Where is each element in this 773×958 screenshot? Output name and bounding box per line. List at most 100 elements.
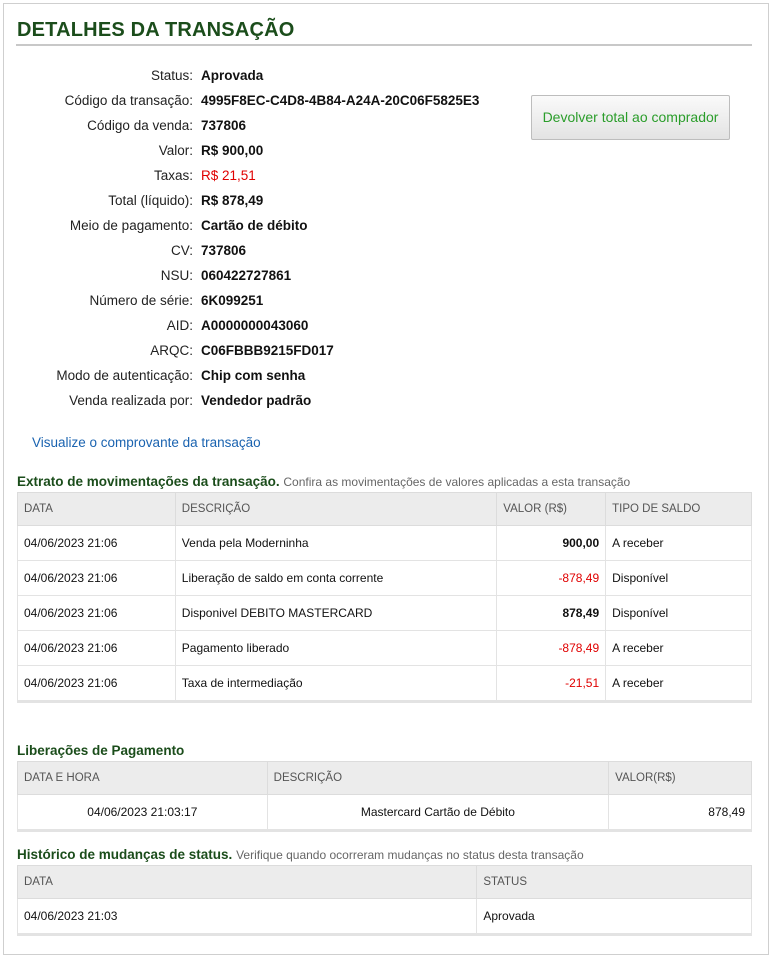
detail-row-nsu: NSU: 060422727861 [16, 263, 516, 288]
statement-title: Extrato de movimentações da transação. [17, 474, 280, 489]
history-table: DATA STATUS 04/06/2023 21:03 Aprovada [16, 865, 752, 936]
detail-value: R$ 878,49 [201, 193, 264, 208]
detail-label: Código da transação: [64, 93, 193, 108]
table-row: 04/06/2023 21:06 Taxa de intermediação -… [17, 665, 752, 703]
detail-value: 737806 [201, 118, 247, 133]
detail-label: Valor: [158, 143, 193, 158]
detail-row-payment-method: Meio de pagamento: Cartão de débito [16, 213, 516, 238]
cell-date: 04/06/2023 21:06 [17, 630, 176, 666]
cell-date: 04/06/2023 21:06 [17, 560, 176, 596]
releases-section-title: Liberações de Pagamento [17, 743, 184, 758]
table-header-row: DATA DESCRIÇÃO VALOR (R$) TIPO DE SALDO [17, 492, 752, 526]
detail-value: C06FBBB9215FD017 [201, 343, 334, 358]
detail-row-net-total: Total (líquido): R$ 878,49 [16, 188, 516, 213]
detail-value: 4995F8EC-C4D8-4B84-A24A-20C06F5825E3 [201, 93, 480, 108]
detail-label: Taxas: [153, 168, 193, 183]
detail-label: AID: [166, 318, 193, 333]
history-section-title: Histórico de mudanças de status. Verifiq… [17, 847, 584, 862]
table-row: 04/06/2023 21:06 Pagamento liberado -878… [17, 630, 752, 666]
cell-value: 878,49 [608, 794, 752, 832]
cell-value: -878,49 [496, 630, 607, 666]
detail-value: 737806 [201, 243, 247, 258]
cell-datetime: 04/06/2023 21:03:17 [17, 794, 268, 832]
detail-label: Meio de pagamento: [69, 218, 193, 233]
detail-row-seller: Venda realizada por: Vendedor padrão [16, 388, 516, 413]
cell-description: Mastercard Cartão de Débito [266, 794, 610, 832]
cell-date: 04/06/2023 21:06 [17, 595, 176, 631]
column-header-balance-type: TIPO DE SALDO [605, 492, 752, 526]
cell-date: 04/06/2023 21:03 [16, 898, 478, 936]
table-header-row: DATA E HORA DESCRIÇÃO VALOR(R$) [17, 761, 752, 795]
column-header-value: VALOR (R$) [496, 492, 607, 526]
cell-balance-type: A receber [605, 665, 752, 703]
table-row: 04/06/2023 21:03:17 Mastercard Cartão de… [17, 794, 752, 832]
cell-value: -21,51 [496, 665, 607, 703]
cell-description: Liberação de saldo em conta corrente [174, 560, 498, 596]
history-subtitle: Verifique quando ocorreram mudanças no s… [236, 848, 584, 862]
refund-buyer-button[interactable]: Devolver total ao comprador [531, 95, 730, 140]
detail-row-fees: Taxas: R$ 21,51 [16, 163, 516, 188]
detail-row-arqc: ARQC: C06FBBB9215FD017 [16, 338, 516, 363]
detail-label: CV: [170, 243, 193, 258]
cell-value: 900,00 [496, 525, 607, 561]
detail-value: R$ 900,00 [201, 143, 264, 158]
cell-balance-type: Disponível [605, 595, 752, 631]
detail-row-aid: AID: A0000000043060 [16, 313, 516, 338]
page-title: DETALHES DA TRANSAÇÃO [17, 19, 295, 41]
cell-status: Aprovada [476, 898, 752, 936]
detail-value: Vendedor padrão [201, 393, 312, 408]
column-header-date: DATA [17, 492, 176, 526]
detail-label: NSU: [160, 268, 193, 283]
detail-row-transaction-code: Código da transação: 4995F8EC-C4D8-4B84-A… [16, 88, 516, 113]
column-header-date: DATA [16, 865, 478, 899]
detail-label: Total (líquido): [108, 193, 193, 208]
detail-label: Código da venda: [87, 118, 193, 133]
detail-row-cv: CV: 737806 [16, 238, 516, 263]
cell-balance-type: A receber [605, 630, 752, 666]
detail-row-sale-code: Código da venda: 737806 [16, 113, 516, 138]
statement-subtitle: Confira as movimentações de valores apli… [283, 475, 631, 489]
detail-value: Cartão de débito [201, 218, 308, 233]
detail-label: Número de série: [89, 293, 193, 308]
releases-table: DATA E HORA DESCRIÇÃO VALOR(R$) 04/06/20… [17, 761, 752, 832]
column-header-status: STATUS [476, 865, 752, 899]
history-title: Histórico de mudanças de status. [17, 847, 233, 862]
cell-description: Taxa de intermediação [174, 665, 498, 703]
cell-date: 04/06/2023 21:06 [17, 665, 176, 703]
view-receipt-link[interactable]: Visualize o comprovante da transação [32, 435, 261, 450]
detail-value: R$ 21,51 [201, 168, 256, 183]
table-row: 04/06/2023 21:06 Venda pela Moderninha 9… [17, 525, 752, 561]
statement-section-title: Extrato de movimentações da transação. C… [17, 474, 630, 489]
table-row: 04/06/2023 21:06 Liberação de saldo em c… [17, 560, 752, 596]
detail-label: Modo de autenticação: [56, 368, 193, 383]
cell-balance-type: Disponível [605, 560, 752, 596]
cell-description: Disponivel DEBITO MASTERCARD [174, 595, 498, 631]
detail-label: Venda realizada por: [69, 393, 193, 408]
table-row: 04/06/2023 21:03 Aprovada [16, 898, 752, 936]
title-divider [16, 44, 752, 46]
column-header-description: DESCRIÇÃO [174, 492, 498, 526]
detail-value: 6K099251 [201, 293, 264, 308]
cell-description: Venda pela Moderninha [174, 525, 498, 561]
detail-row-auth-mode: Modo de autenticação: Chip com senha [16, 363, 516, 388]
detail-row-serial-number: Número de série: 6K099251 [16, 288, 516, 313]
column-header-description: DESCRIÇÃO [266, 761, 610, 795]
table-row: 04/06/2023 21:06 Disponivel DEBITO MASTE… [17, 595, 752, 631]
detail-label: Status: [150, 68, 193, 83]
cell-value: -878,49 [496, 560, 607, 596]
detail-value: Aprovada [201, 68, 264, 83]
cell-date: 04/06/2023 21:06 [17, 525, 176, 561]
detail-row-amount: Valor: R$ 900,00 [16, 138, 516, 163]
table-header-row: DATA STATUS [16, 865, 752, 899]
detail-value: Chip com senha [201, 368, 306, 383]
detail-value: 060422727861 [201, 268, 292, 283]
transaction-details: Status: Aprovada Código da transação: 4995… [16, 63, 516, 413]
detail-value: A0000000043060 [201, 318, 309, 333]
cell-value: 878,49 [496, 595, 607, 631]
statement-table: DATA DESCRIÇÃO VALOR (R$) TIPO DE SALDO … [17, 492, 752, 703]
cell-balance-type: A receber [605, 525, 752, 561]
column-header-value: VALOR(R$) [608, 761, 752, 795]
releases-title: Liberações de Pagamento [17, 743, 185, 758]
detail-row-status: Status: Aprovada [16, 63, 516, 88]
column-header-datetime: DATA E HORA [17, 761, 268, 795]
